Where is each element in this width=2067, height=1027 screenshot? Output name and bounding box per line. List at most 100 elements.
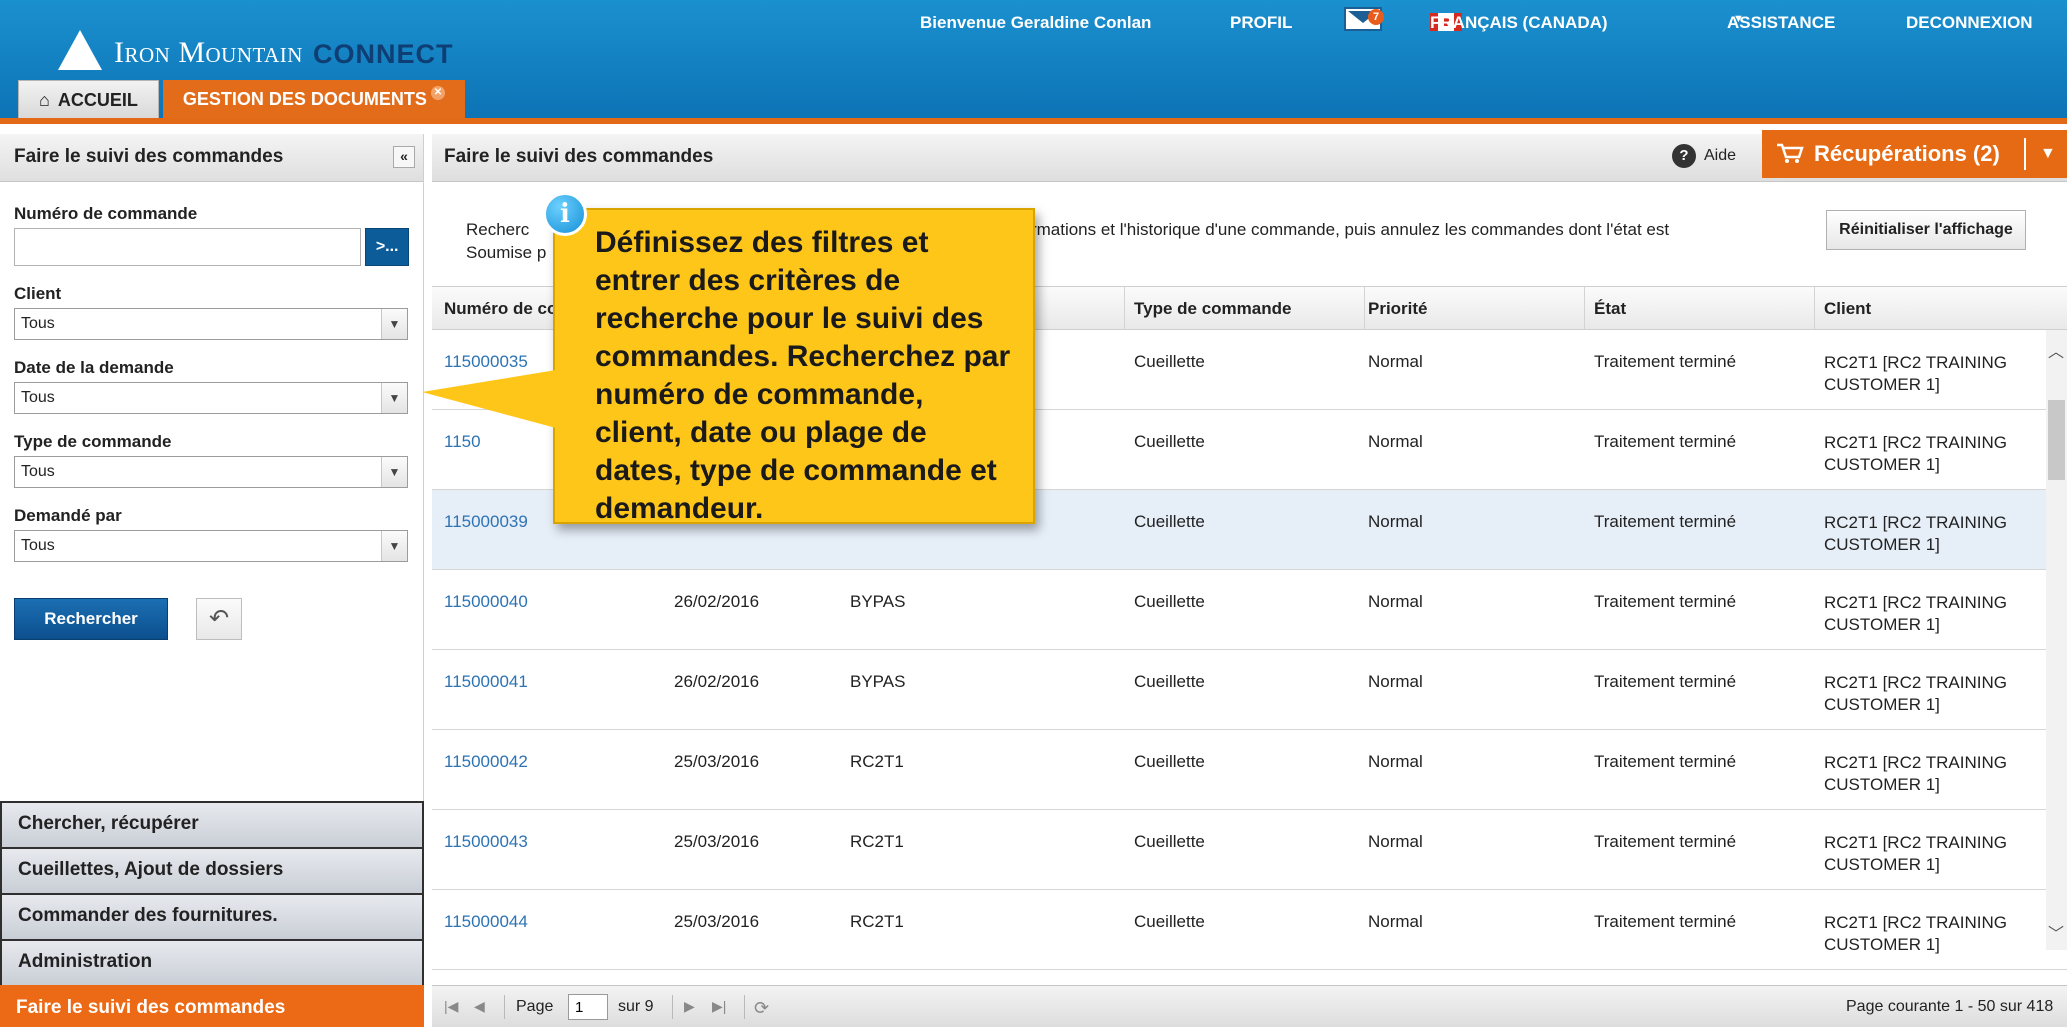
- client-select-value: Tous: [21, 315, 55, 332]
- client-code: RC2T1 [RC2 TRAINING: [1824, 913, 2007, 932]
- request-date-label: Date de la demande: [14, 358, 174, 377]
- order-number-link[interactable]: 115000039: [444, 512, 528, 532]
- order-number-link[interactable]: 115000042: [444, 752, 528, 772]
- requested-by-cell: RC2T1: [850, 752, 904, 771]
- table-row[interactable]: 115000044 25/03/2016 RC2T1 Cueillette Normal…: [432, 890, 2067, 970]
- order-type-cell: Cueillette: [1134, 592, 1205, 611]
- help-link[interactable]: ? Aide: [1672, 144, 1736, 168]
- order-number-input[interactable]: [14, 228, 362, 266]
- table-row[interactable]: 115000043 25/03/2016 RC2T1 Cueillette Normal…: [432, 810, 2067, 890]
- client-select[interactable]: Tous ▼: [14, 308, 408, 340]
- chevron-down-icon: ▼: [381, 531, 407, 561]
- order-number-link[interactable]: 115000043: [444, 832, 528, 852]
- split-divider: [2024, 138, 2026, 170]
- language-label: FRANÇAIS (CANADA): [1430, 13, 1608, 32]
- caret-down-icon: ▼: [1436, 13, 1447, 25]
- prev-page-icon[interactable]: ◀: [474, 998, 485, 1015]
- order-type-cell: Cueillette: [1134, 832, 1205, 851]
- app-header: Iron Mountain CONNECT Bienvenue Geraldin…: [0, 0, 2067, 124]
- order-type-cell: Cueillette: [1134, 352, 1205, 371]
- order-number-link[interactable]: 115000044: [444, 912, 528, 932]
- client-name: CUSTOMER 1]: [1824, 775, 1940, 794]
- col-state[interactable]: État: [1594, 299, 1626, 319]
- nav-order-supplies[interactable]: Commander des fournitures.: [0, 893, 424, 939]
- order-type-cell: Cueillette: [1134, 752, 1205, 771]
- order-type-cell: Cueillette: [1134, 512, 1205, 531]
- col-client[interactable]: Client: [1824, 299, 1871, 319]
- nav-track-orders[interactable]: Faire le suivi des commandes: [0, 985, 424, 1027]
- undo-icon: ↶: [208, 605, 230, 632]
- logout-link[interactable]: DECONNEXION: [1906, 13, 2033, 33]
- table-row[interactable]: 115000040 26/02/2016 BYPAS Cueillette Normal…: [432, 570, 2067, 650]
- state-cell: Traitement terminé: [1594, 672, 1737, 691]
- brand-sub: CONNECT: [312, 39, 454, 69]
- next-page-icon[interactable]: ▶: [684, 998, 695, 1015]
- client-code: RC2T1 [RC2 TRAINING: [1824, 673, 2007, 692]
- caret-down-icon: ▼: [1733, 13, 1744, 25]
- client-name: CUSTOMER 1]: [1824, 615, 1940, 634]
- main-header: Faire le suivi des commandes ? Aide Récup…: [432, 130, 2067, 182]
- collapse-sidebar-button[interactable]: «: [393, 146, 415, 168]
- sidebar-title: Faire le suivi des commandes: [14, 146, 284, 167]
- table-row[interactable]: 115000041 26/02/2016 BYPAS Cueillette Normal…: [432, 650, 2067, 730]
- page-range-text: Page courante 1 - 50 sur 418: [1846, 998, 2054, 1015]
- request-date-cell: 25/03/2016: [674, 752, 760, 771]
- nav-search-retrieve[interactable]: Chercher, récupérer: [0, 801, 424, 847]
- order-number-link[interactable]: 115000040: [444, 592, 528, 612]
- order-type-cell: Cueillette: [1134, 912, 1205, 931]
- reset-filters-button[interactable]: ↶: [196, 598, 242, 640]
- description-start: Recherc: [466, 220, 530, 239]
- client-cell: RC2T1 [RC2 TRAINING CUSTOMER 1]: [1824, 912, 2034, 956]
- scroll-up-icon[interactable]: ︿: [2048, 338, 2064, 362]
- top-nav: Bienvenue Geraldine Conlan PROFIL 7 FRAN…: [0, 7, 2067, 37]
- chevron-down-icon: ▼: [381, 309, 407, 339]
- col-order-number[interactable]: Numéro de co: [444, 299, 557, 319]
- search-button[interactable]: Rechercher: [14, 598, 168, 640]
- chevron-down-icon: ▼: [381, 383, 407, 413]
- reset-display-button[interactable]: Réinitialiser l'affichage: [1826, 210, 2026, 250]
- last-page-icon[interactable]: ▶|: [712, 998, 726, 1015]
- order-number-link[interactable]: 115000041: [444, 672, 528, 692]
- tab-document-management[interactable]: GESTION DES DOCUMENTS ✕: [162, 80, 465, 118]
- client-name: CUSTOMER 1]: [1824, 855, 1940, 874]
- profile-link[interactable]: PROFIL: [1230, 13, 1292, 33]
- requested-by-cell: RC2T1: [850, 912, 904, 931]
- retrievals-cart-button[interactable]: Récupérations (2) ▼: [1762, 130, 2067, 178]
- close-tab-icon[interactable]: ✕: [430, 86, 445, 100]
- scroll-down-icon[interactable]: ﹀: [2048, 920, 2064, 944]
- caret-down-icon[interactable]: ▼: [2040, 130, 2056, 178]
- client-code: RC2T1 [RC2 TRAINING: [1824, 593, 2007, 612]
- refresh-icon[interactable]: ⟳: [754, 998, 769, 1019]
- filter-form: Numéro de commande >... Client Tous ▼ Da…: [0, 182, 423, 652]
- col-priority[interactable]: Priorité: [1368, 299, 1428, 319]
- request-date-select[interactable]: Tous ▼: [14, 382, 408, 414]
- order-number-link[interactable]: 115000035: [444, 352, 528, 372]
- client-cell: RC2T1 [RC2 TRAINING CUSTOMER 1]: [1824, 512, 2034, 556]
- order-type-cell: Cueillette: [1134, 432, 1205, 451]
- nav-pickups[interactable]: Cueillettes, Ajout de dossiers: [0, 847, 424, 893]
- priority-cell: Normal: [1368, 512, 1423, 531]
- requested-by-select[interactable]: Tous ▼: [14, 530, 408, 562]
- description-line2: Soumise p: [466, 243, 547, 262]
- page-number-input[interactable]: [568, 994, 608, 1020]
- priority-cell: Normal: [1368, 912, 1423, 931]
- table-scrollbar[interactable]: ︿ ﹀: [2046, 330, 2067, 950]
- state-cell: Traitement terminé: [1594, 512, 1737, 531]
- request-date-value: Tous: [21, 389, 55, 406]
- priority-cell: Normal: [1368, 352, 1423, 371]
- col-order-type[interactable]: Type de commande: [1134, 299, 1291, 319]
- nav-administration[interactable]: Administration: [0, 939, 424, 985]
- sidebar-nav: Chercher, récupérer Cueillettes, Ajout d…: [0, 801, 424, 1027]
- pager: |◀ ◀ Page sur 9 ▶ ▶| ⟳ Page courante 1 -…: [432, 985, 2067, 1027]
- order-lookup-button[interactable]: >...: [365, 228, 409, 266]
- order-type-select[interactable]: Tous ▼: [14, 456, 408, 488]
- table-row[interactable]: 115000042 25/03/2016 RC2T1 Cueillette Normal…: [432, 730, 2067, 810]
- client-cell: RC2T1 [RC2 TRAINING CUSTOMER 1]: [1824, 432, 2034, 476]
- tab-home[interactable]: ⌂ ACCUEIL: [18, 80, 159, 118]
- order-type-label: Type de commande: [14, 432, 172, 451]
- scroll-thumb[interactable]: [2048, 400, 2065, 480]
- order-type-cell: Cueillette: [1134, 672, 1205, 691]
- order-number-link[interactable]: 1150: [444, 432, 481, 452]
- state-cell: Traitement terminé: [1594, 752, 1737, 771]
- first-page-icon[interactable]: |◀: [444, 998, 458, 1015]
